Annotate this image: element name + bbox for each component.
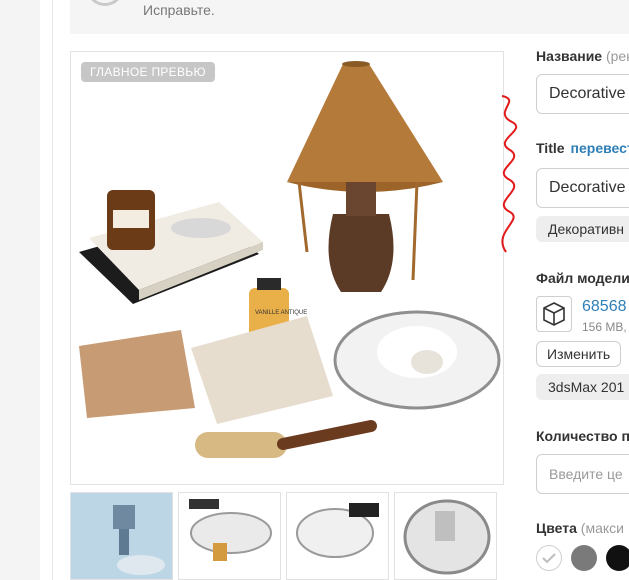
thumbnail-strip bbox=[70, 492, 504, 580]
title-label: Title перевест bbox=[536, 140, 629, 156]
name-label: Название (рек bbox=[536, 48, 629, 64]
annotation-squiggle bbox=[501, 95, 518, 253]
color-swatch-white[interactable] bbox=[536, 545, 562, 571]
name-input[interactable]: Decorative bbox=[536, 74, 629, 114]
alert-text: Исправьте. bbox=[143, 2, 215, 18]
model-file-label: Файл модели bbox=[536, 270, 629, 286]
thumbnail-1[interactable] bbox=[70, 492, 173, 580]
colors-label: Цвета (макси bbox=[536, 520, 624, 536]
main-preview-badge: ГЛАВНОЕ ПРЕВЬЮ bbox=[81, 62, 215, 82]
thumbnail-3[interactable] bbox=[286, 492, 389, 580]
title-suggestion[interactable]: Декоративн bbox=[536, 216, 629, 242]
quantity-input[interactable]: Введите це bbox=[536, 454, 629, 494]
color-swatch-black[interactable] bbox=[606, 545, 629, 571]
thumbnail-4[interactable] bbox=[394, 492, 497, 580]
title-input[interactable]: Decorative bbox=[536, 168, 629, 208]
model-file-id[interactable]: 68568 bbox=[582, 298, 627, 316]
translate-link[interactable]: перевест bbox=[571, 140, 629, 156]
format-chip[interactable]: 3dsMax 201 bbox=[536, 374, 629, 400]
color-swatch-gray[interactable] bbox=[571, 545, 597, 571]
thumbnail-2[interactable] bbox=[178, 492, 281, 580]
change-file-button[interactable]: Изменить bbox=[536, 341, 622, 367]
main-preview-image[interactable]: ГЛАВНОЕ ПРЕВЬЮ NOTES VANILLE ANTIQUE bbox=[70, 51, 504, 485]
model-file-size: 156 MB, bbox=[582, 320, 627, 334]
preview-illustration: NOTES VANILLE ANTIQUE bbox=[79, 61, 501, 458]
model-file-icon bbox=[536, 296, 572, 332]
quantity-label: Количество по bbox=[536, 428, 629, 444]
perfume-label: VANILLE ANTIQUE bbox=[255, 310, 307, 316]
left-gutter bbox=[0, 0, 53, 580]
notes-book-label: NOTES bbox=[173, 292, 198, 306]
